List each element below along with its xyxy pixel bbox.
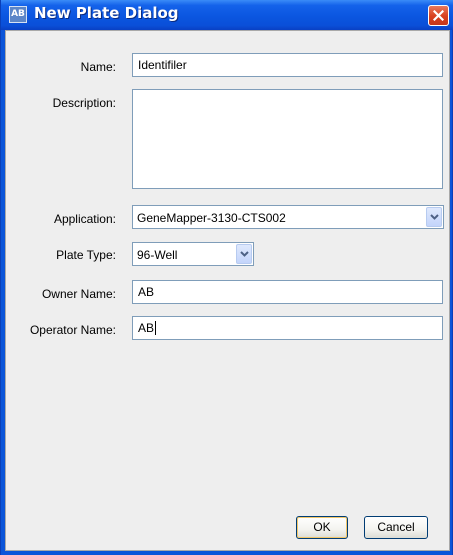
name-label: Name:	[80, 60, 116, 74]
description-label: Description:	[52, 96, 116, 110]
plate-type-value: 96-Well	[137, 248, 178, 262]
chevron-down-icon	[240, 251, 249, 257]
name-field[interactable]: Identifiler	[132, 53, 443, 77]
close-icon	[433, 10, 444, 21]
owner-name-label: Owner Name:	[41, 287, 116, 301]
dialog-title: New Plate Dialog	[34, 4, 179, 22]
application-label: Application:	[53, 212, 116, 226]
chevron-down-icon	[430, 214, 439, 220]
owner-name-field[interactable]: AB	[132, 280, 443, 304]
close-button[interactable]	[428, 5, 449, 26]
plate-type-label: Plate Type:	[56, 248, 116, 262]
title-bar[interactable]: AB New Plate Dialog	[1, 0, 453, 30]
operator-name-value: AB	[138, 321, 155, 335]
app-icon: AB	[9, 6, 27, 23]
application-dropdown-button[interactable]	[426, 207, 442, 227]
cancel-button[interactable]: Cancel	[364, 516, 428, 539]
plate-type-dropdown-button[interactable]	[236, 244, 252, 264]
operator-name-label: Operator Name:	[29, 323, 116, 337]
dialog-window: AB New Plate Dialog Name: Identifiler De…	[0, 0, 453, 555]
dialog-content: Name: Identifiler Description: Applicati…	[5, 30, 450, 551]
operator-name-field[interactable]: AB	[132, 316, 443, 340]
text-caret	[155, 321, 157, 335]
description-textarea[interactable]	[132, 89, 443, 189]
application-value: GeneMapper-3130-CTS002	[137, 211, 286, 225]
application-select[interactable]: GeneMapper-3130-CTS002	[132, 205, 444, 229]
plate-type-select[interactable]: 96-Well	[132, 242, 254, 266]
app-icon-text: AB	[11, 9, 25, 19]
ok-button[interactable]: OK	[296, 516, 348, 539]
